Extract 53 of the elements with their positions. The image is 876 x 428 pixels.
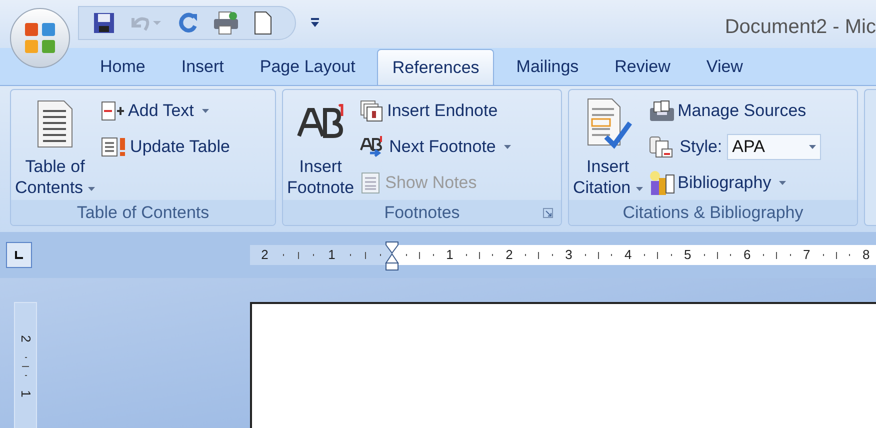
ribbon-tab[interactable]: Page Layout — [246, 49, 370, 85]
ribbon-tab[interactable]: Review — [600, 49, 684, 85]
new-document-icon[interactable] — [253, 11, 273, 35]
ribbon-tab[interactable]: Home — [86, 49, 160, 85]
window-title: Document2 - Mic — [724, 15, 876, 40]
ruler-number: 2 — [261, 246, 268, 264]
group-title: Footnotes — [384, 202, 460, 224]
style-dropdown[interactable]: APA — [727, 134, 822, 160]
style-label: Style: — [680, 136, 722, 158]
ruler-number: 3 — [565, 246, 572, 264]
ribbon-button[interactable]: Update Table — [101, 134, 230, 160]
stacked-pages-icon — [360, 100, 384, 122]
ruler-number: 6 — [744, 246, 751, 264]
update-table-icon — [101, 136, 128, 156]
file-cabinet-icon — [648, 100, 675, 122]
ribbon-button[interactable]: Add Text — [101, 98, 209, 124]
notes-page-icon — [360, 172, 382, 194]
printer-icon[interactable] — [213, 11, 239, 35]
office-logo-icon — [23, 21, 57, 55]
ruler-number: 1 — [328, 246, 336, 264]
ribbon-button[interactable]: Manage Sources — [648, 98, 806, 124]
ribbon-tab[interactable]: References — [377, 49, 494, 85]
ruler-number: 5 — [684, 246, 692, 264]
table-of-contents-icon — [36, 99, 74, 149]
ribbon-tab[interactable]: Insert — [167, 49, 238, 85]
dropdown-caret-icon — [809, 144, 816, 148]
ruler-number: 7 — [803, 246, 810, 264]
ribbon-button[interactable]: Bibliography — [648, 170, 786, 196]
ribbon-button[interactable]: Insert Endnote — [360, 98, 498, 124]
large-ribbon-button[interactable]: Table of Contents — [13, 92, 98, 200]
ribbon-tab[interactable]: View — [692, 49, 757, 85]
customize-toolbar-icon[interactable] — [310, 17, 320, 29]
group-title: Citations & Bibliography — [622, 202, 804, 224]
group-title: Table of Contents — [76, 202, 210, 224]
large-ribbon-button[interactable]: Insert Footnote — [285, 92, 356, 200]
redo-icon[interactable] — [177, 12, 199, 34]
tab-selector-button[interactable] — [6, 242, 32, 268]
indent-marker-icon[interactable] — [384, 241, 400, 271]
ruler-number: 1 — [17, 390, 34, 397]
ribbon-tab[interactable]: Mailings — [502, 49, 593, 85]
ribbon-button[interactable]: Next Footnote — [360, 134, 511, 160]
dialog-launcher-icon[interactable] — [543, 208, 553, 218]
style-pages-icon — [648, 136, 675, 158]
save-icon[interactable] — [93, 12, 115, 34]
ruler-number: 4 — [624, 246, 632, 264]
books-icon — [648, 170, 675, 196]
large-ribbon-button[interactable]: Insert Citation — [571, 92, 645, 200]
ruler-number: 2 — [17, 335, 34, 342]
ruler-number: 2 — [506, 246, 513, 264]
add-text-icon — [101, 100, 126, 120]
ruler-number: 8 — [862, 246, 870, 264]
ruler-number: 1 — [446, 246, 454, 264]
left-tab-icon — [14, 250, 24, 260]
